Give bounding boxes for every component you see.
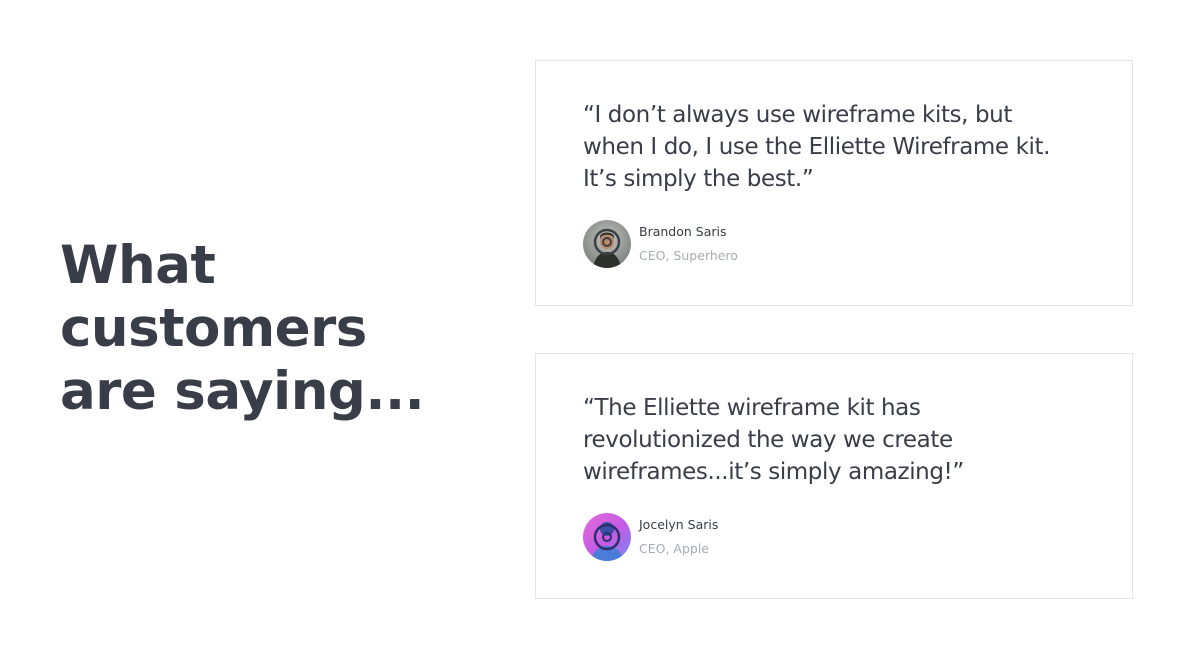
- testimonial-quote: “I don’t always use wireframe kits, but …: [583, 99, 1103, 195]
- quote-line: “I don’t always use wireframe kits, but: [583, 102, 1012, 128]
- person-photo-avatar-icon: [583, 513, 631, 561]
- quote-line: “The Elliette wireframe kit has: [583, 395, 921, 421]
- author-avatar: [583, 513, 631, 561]
- heading-line: What: [60, 235, 216, 296]
- testimonial-card: “The Elliette wireframe kit has revoluti…: [535, 353, 1133, 599]
- section-heading: What customers are saying...: [60, 234, 500, 423]
- person-photo-avatar-icon: [583, 220, 631, 268]
- author-avatar: [583, 220, 631, 268]
- heading-line: customers: [60, 298, 367, 359]
- author-name: Jocelyn Saris: [639, 517, 719, 532]
- author-name: Brandon Saris: [639, 224, 727, 239]
- author-role: CEO, Apple: [639, 541, 709, 556]
- quote-line: when I do, I use the Elliette Wireframe …: [583, 134, 1051, 160]
- quote-line: wireframes...it’s simply amazing!”: [583, 459, 964, 485]
- quote-line: revolutionized the way we create: [583, 427, 953, 453]
- heading-line: are saying...: [60, 361, 425, 422]
- author-role: CEO, Superhero: [639, 248, 738, 263]
- testimonial-quote: “The Elliette wireframe kit has revoluti…: [583, 392, 1103, 488]
- quote-line: It’s simply the best.”: [583, 166, 814, 192]
- testimonial-card: “I don’t always use wireframe kits, but …: [535, 60, 1133, 306]
